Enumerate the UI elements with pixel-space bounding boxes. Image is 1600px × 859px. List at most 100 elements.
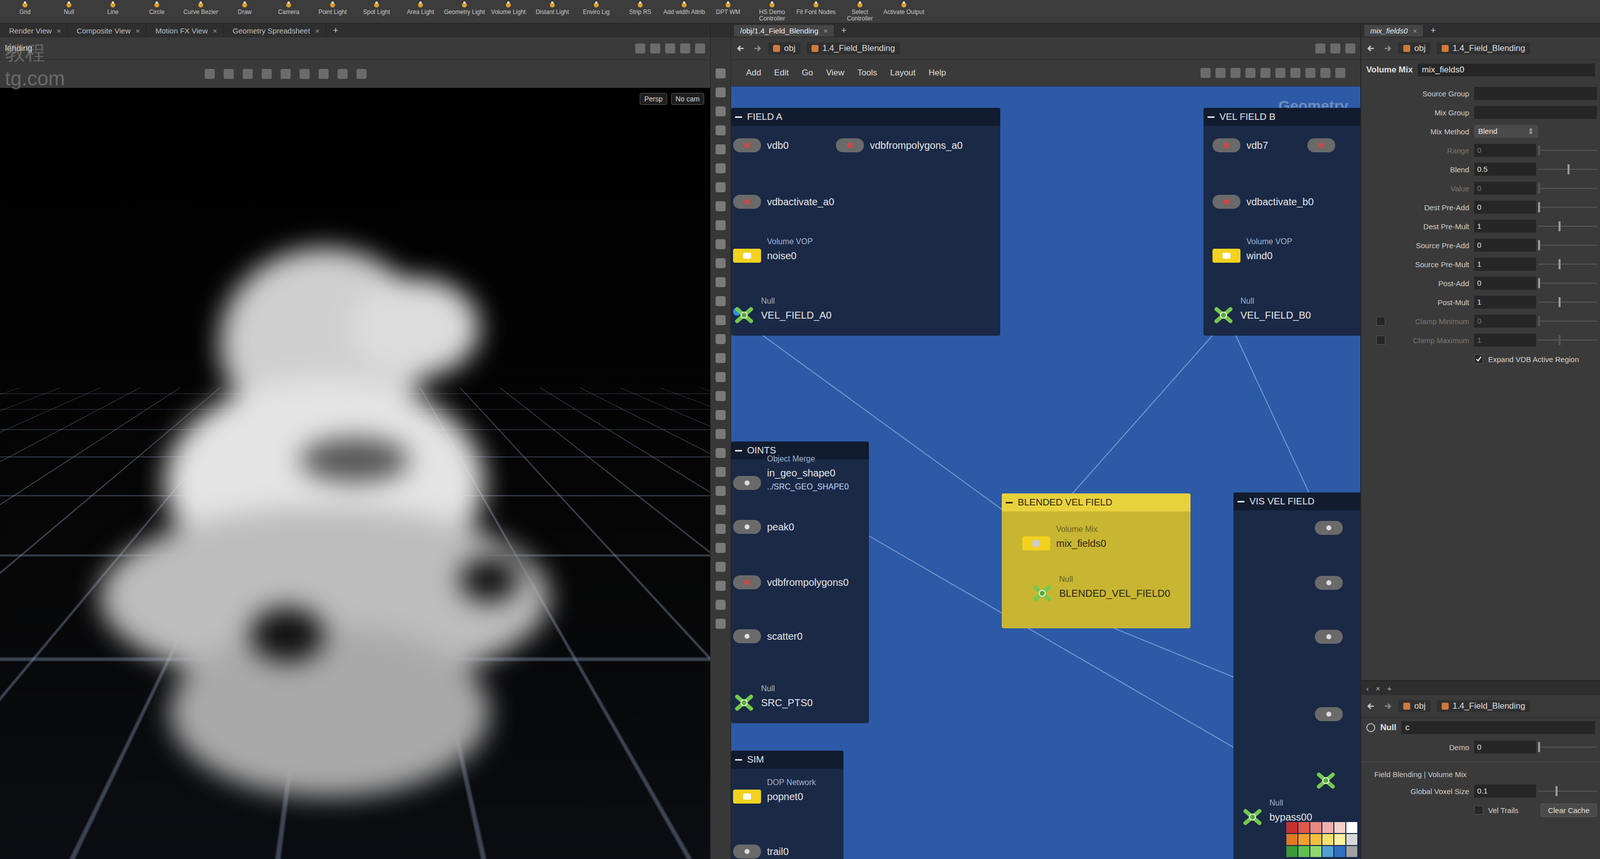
shelf-tool[interactable]: Circle <box>135 0 178 16</box>
toolbar-icon[interactable] <box>1260 67 1271 78</box>
shelf-tool[interactable]: Draw <box>223 0 266 16</box>
add-tab-button[interactable]: + <box>329 25 343 36</box>
display-option-icon[interactable] <box>715 391 726 401</box>
color-swatch[interactable] <box>1310 845 1322 857</box>
path-crumb[interactable]: obj <box>1398 700 1431 713</box>
color-swatch[interactable] <box>1334 845 1346 857</box>
network-box[interactable]: FIELD Avdb0vdbfrompolygons_a0vdbactivate… <box>731 107 1001 336</box>
node-name-field[interactable]: mix_fields0 <box>1417 63 1596 77</box>
toolbar-icon[interactable] <box>1320 67 1331 78</box>
node[interactable] <box>1314 573 1349 592</box>
add-tab-button[interactable]: + <box>1426 25 1441 36</box>
toolbar-icon[interactable] <box>1305 67 1316 78</box>
slider[interactable] <box>1538 162 1598 176</box>
network-box[interactable]: VIS VEL FIELDNullbypass00 <box>1233 492 1361 859</box>
node[interactable]: scatter0 <box>733 627 803 646</box>
node[interactable]: vdbfrompolygons_a0 <box>835 136 963 155</box>
toolbar-icon[interactable] <box>665 43 676 54</box>
color-swatch[interactable] <box>1310 821 1322 833</box>
display-option-icon[interactable] <box>715 258 726 269</box>
toolbar-icon[interactable] <box>1290 67 1301 78</box>
pane-tab[interactable]: Composite View× <box>70 24 147 37</box>
path-crumb[interactable]: 1.4_Field_Blending <box>1436 42 1531 55</box>
display-option-icon[interactable] <box>715 428 726 439</box>
collapse-icon[interactable] <box>735 759 743 761</box>
shelf-tool[interactable]: Select Controller <box>838 0 881 22</box>
color-swatch[interactable] <box>1310 833 1322 845</box>
toolbar-icon[interactable] <box>1215 67 1226 78</box>
tab-button[interactable]: × <box>1375 684 1381 693</box>
color-swatch[interactable] <box>1286 833 1298 845</box>
color-swatch[interactable] <box>1322 845 1334 857</box>
pane-tab[interactable]: mix_fields0× <box>1364 24 1424 37</box>
number-field[interactable]: 1 <box>1474 219 1537 233</box>
color-swatch[interactable] <box>1322 833 1334 845</box>
display-option-icon[interactable] <box>715 220 726 231</box>
toolbar-icon[interactable] <box>1335 67 1346 78</box>
camera-menu[interactable]: No cam <box>671 92 705 105</box>
shelf-tool[interactable]: Camera <box>267 0 310 16</box>
close-icon[interactable]: × <box>1412 26 1418 35</box>
display-option-icon[interactable] <box>715 68 726 79</box>
slider[interactable] <box>1538 333 1598 347</box>
shelf-tool[interactable]: Fit Font Nodes <box>795 0 837 16</box>
shelf-tool[interactable]: Grid <box>3 0 46 16</box>
slider[interactable] <box>1538 295 1598 309</box>
display-option-icon[interactable] <box>715 485 726 496</box>
color-swatch[interactable] <box>1298 845 1310 857</box>
node[interactable]: NullVEL_FIELD_B0 <box>1212 296 1311 325</box>
viewport-tool-icon[interactable] <box>280 68 291 79</box>
color-swatch[interactable] <box>1334 833 1346 845</box>
node[interactable] <box>1314 518 1349 537</box>
color-swatch[interactable] <box>1298 821 1310 833</box>
close-icon[interactable]: × <box>823 26 828 35</box>
toolbar-icon[interactable] <box>1330 43 1341 54</box>
checkbox[interactable] <box>1376 335 1386 345</box>
number-field[interactable]: 0 <box>1474 143 1537 157</box>
toggle[interactable]: Expand VDB Active Region <box>1474 354 1580 364</box>
path-crumb[interactable]: 1.4_Field_Blending <box>1436 700 1531 713</box>
shelf-tool[interactable]: Volume Light <box>487 0 530 16</box>
collapse-icon[interactable] <box>1207 116 1215 118</box>
menu-item[interactable]: Add <box>746 67 762 78</box>
network-box-title[interactable]: BLENDED VEL FIELD <box>1001 493 1191 512</box>
number-field[interactable]: 1 <box>1474 333 1537 347</box>
node[interactable]: NullSRC_PTS0 <box>733 683 813 712</box>
toolbar-icon[interactable] <box>695 43 706 54</box>
number-field[interactable]: 0 <box>1474 314 1537 328</box>
display-option-icon[interactable] <box>715 296 726 307</box>
tab-button[interactable]: ‹ <box>1366 684 1369 693</box>
toggle[interactable]: Vel Trails <box>1474 805 1519 815</box>
toolbar-icon[interactable] <box>1200 67 1211 78</box>
shelf-tool[interactable]: Spot Light <box>355 0 398 16</box>
node[interactable] <box>1314 627 1349 646</box>
network-box-title[interactable]: FIELD A <box>731 107 1001 126</box>
back-icon[interactable] <box>1366 43 1377 54</box>
viewport[interactable]: PerspNo cam <box>0 87 711 859</box>
viewport-tool-icon[interactable] <box>299 68 310 79</box>
slider[interactable] <box>1538 181 1598 195</box>
node[interactable]: vdb7 <box>1212 136 1268 155</box>
display-option-icon[interactable] <box>715 599 726 610</box>
display-option-icon[interactable] <box>715 542 726 553</box>
node[interactable]: NullVEL_FIELD_A0 <box>733 296 832 325</box>
menu-item[interactable]: View <box>825 67 845 78</box>
shelf-tool[interactable]: Activate Output <box>882 0 925 16</box>
display-option-icon[interactable] <box>715 182 726 193</box>
display-option-icon[interactable] <box>715 618 726 629</box>
close-icon[interactable]: × <box>56 26 62 35</box>
checkbox[interactable] <box>1376 316 1386 326</box>
collapse-icon[interactable] <box>1237 500 1245 503</box>
display-option-icon[interactable] <box>715 353 726 364</box>
color-swatch[interactable] <box>1286 845 1298 857</box>
slider[interactable] <box>1538 219 1598 233</box>
collapse-icon[interactable] <box>1005 501 1013 504</box>
toolbar-icon[interactable] <box>1275 67 1286 78</box>
display-option-icon[interactable] <box>715 239 726 250</box>
display-option-icon[interactable] <box>715 466 726 477</box>
shelf-tool[interactable]: Area Light <box>399 0 442 16</box>
shelf-tool[interactable]: Curve Bezier <box>179 0 222 16</box>
shelf-tool[interactable]: DPT WM <box>707 0 750 16</box>
path-crumb[interactable]: obj <box>1398 42 1431 55</box>
pane-tab[interactable]: Geometry Spreadsheet× <box>226 24 327 37</box>
